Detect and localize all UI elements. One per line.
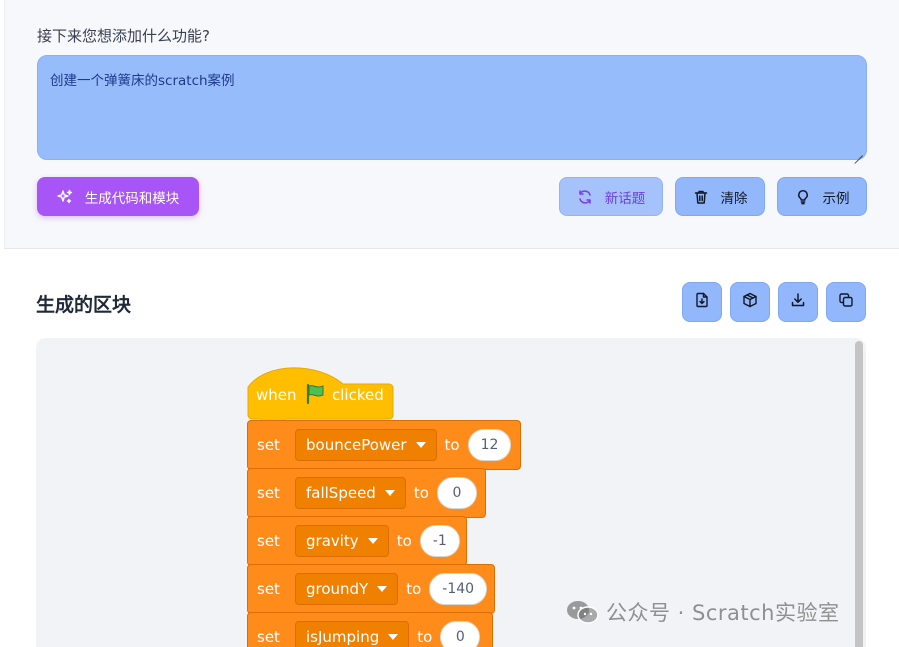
generated-blocks-title: 生成的区块 [36,294,132,316]
variable-name: gravity [306,532,359,550]
prompt-text: 创建一个弹簧床的scratch案例 [50,73,235,89]
green-flag-icon [304,383,326,409]
value-input[interactable]: 0 [440,621,481,647]
copy-button[interactable] [826,282,866,322]
variable-dropdown[interactable]: groundY [295,573,399,605]
package-icon [742,292,758,312]
copy-icon [838,292,854,312]
caret-down-icon [377,586,388,592]
when-flag-clicked-block[interactable]: when clicked [247,354,395,420]
variable-name: bouncePower [306,436,407,454]
trash-icon [693,189,709,205]
set-groundy-block[interactable]: set groundY to -140 [247,564,495,614]
variable-dropdown[interactable]: fallSpeed [295,477,406,509]
value-input[interactable]: 12 [467,429,512,461]
set-bouncepower-block[interactable]: set bouncePower to 12 [247,420,521,470]
to-keyword: to [413,484,429,502]
set-keyword: set [257,436,280,454]
variable-name: isJumping [306,628,380,646]
refresh-icon [577,189,593,205]
resize-grip-icon[interactable] [854,147,863,156]
set-gravity-block[interactable]: set gravity to -1 [247,516,467,566]
to-keyword: to [406,580,422,598]
generate-code-label: 生成代码和模块 [84,190,180,207]
download-button[interactable] [778,282,818,322]
prompt-label: 接下来您想添加什么功能? [37,27,210,45]
value-input[interactable]: -140 [429,573,488,605]
lightbulb-icon [795,189,811,205]
set-keyword: set [257,532,280,550]
file-import-icon [694,292,710,312]
variable-name: fallSpeed [306,484,376,502]
caret-down-icon [384,490,395,496]
import-button[interactable] [682,282,722,322]
value-input[interactable]: 0 [436,477,477,509]
prompt-textarea[interactable]: 创建一个弹簧床的scratch案例 [37,55,867,160]
set-isjumping-block[interactable]: set isJumping to 0 [247,612,493,647]
caret-down-icon [388,634,399,640]
variable-dropdown[interactable]: isJumping [295,621,410,647]
variable-dropdown[interactable]: gravity [295,525,389,557]
prompt-panel: 接下来您想添加什么功能? 创建一个弹簧床的scratch案例 生成代码和模块 新… [4,0,899,249]
value-input[interactable]: -1 [419,525,460,557]
new-topic-label: 新话题 [604,190,646,207]
set-keyword: set [257,628,280,646]
to-keyword: to [417,628,433,646]
watermark: 公众号 · Scratch实验室 [566,597,840,627]
variable-name: groundY [306,580,369,598]
set-keyword: set [257,580,280,598]
set-fallspeed-block[interactable]: set fallSpeed to 0 [247,468,486,518]
wechat-icon [566,599,600,625]
example-label: 示例 [822,190,850,207]
package-button[interactable] [730,282,770,322]
caret-down-icon [367,538,378,544]
to-keyword: to [396,532,412,550]
clear-button[interactable]: 清除 [675,177,765,216]
generate-code-button[interactable]: 生成代码和模块 [37,177,199,216]
to-keyword: to [444,436,460,454]
example-button[interactable]: 示例 [777,177,867,216]
sparkles-icon [57,189,73,205]
set-keyword: set [257,484,280,502]
vertical-scrollbar[interactable] [855,341,863,647]
clear-label: 清除 [720,190,748,207]
new-topic-button[interactable]: 新话题 [559,177,663,216]
hat-clicked-text: clicked [332,386,384,404]
watermark-text: 公众号 · Scratch实验室 [606,601,840,625]
hat-when-text: when [256,386,297,404]
download-icon [790,292,806,312]
caret-down-icon [415,442,426,448]
variable-dropdown[interactable]: bouncePower [295,429,437,461]
